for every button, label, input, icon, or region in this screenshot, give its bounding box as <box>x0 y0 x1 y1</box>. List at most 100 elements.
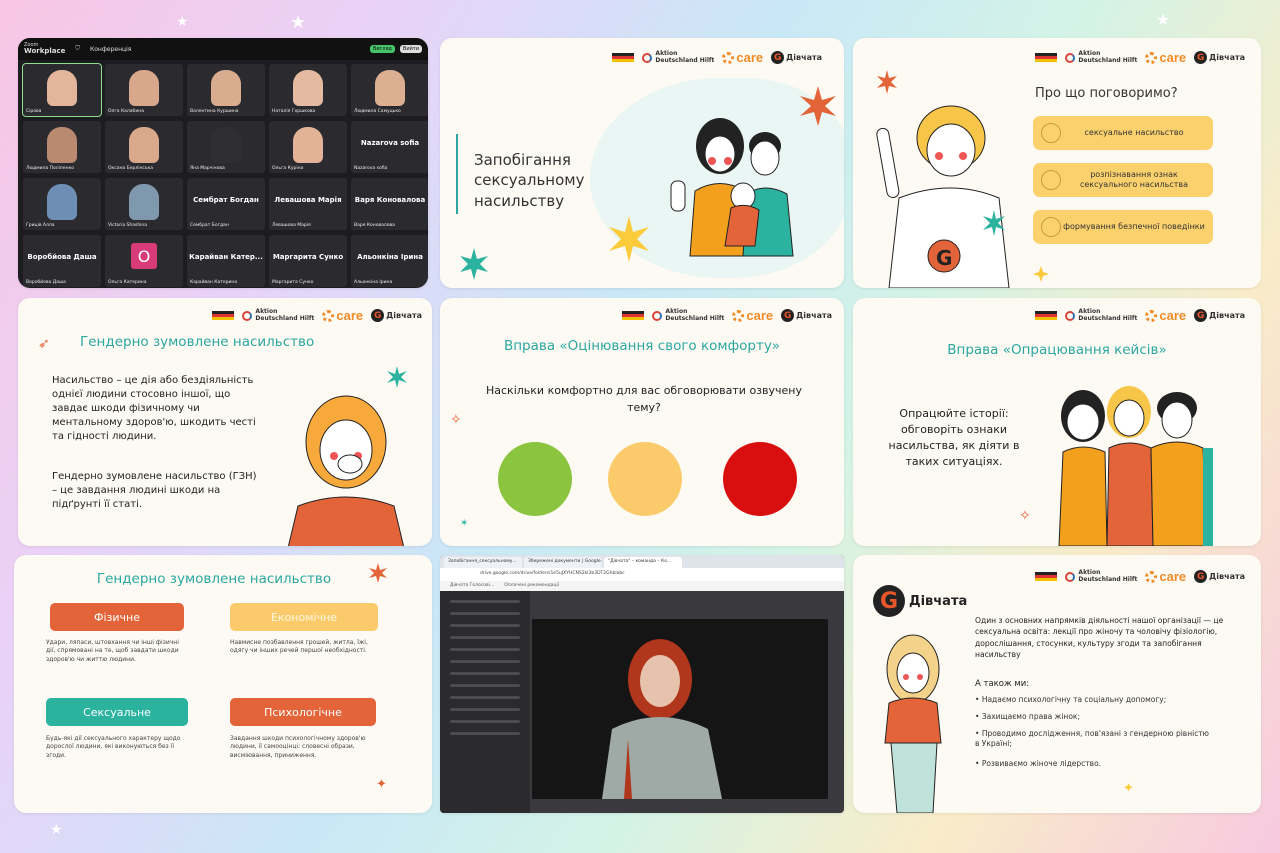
care-logo: care <box>732 308 773 323</box>
zoom-brand-line2: Workplace <box>24 47 66 55</box>
aktion-logo: Aktion Deutschland Hilft <box>1065 309 1137 322</box>
star-icon: ★ <box>176 14 189 30</box>
participant-name: Левашова Марія <box>272 223 311 228</box>
star-icon <box>877 70 897 94</box>
divchata-logo: G Дівчата <box>1194 570 1245 583</box>
participant-tile[interactable]: Олга Калабина <box>105 64 183 116</box>
participant-tile[interactable]: Карайван Катер... Карайван Катерина <box>187 235 265 287</box>
participant-tile[interactable]: Ольга Куріна <box>269 121 347 173</box>
participant-name: Маргарита Сунко <box>272 280 314 285</box>
participant-tile[interactable]: Сембрат Богдан Сембрат Богдан <box>187 178 265 230</box>
friends-illustration <box>1058 386 1213 546</box>
star-icon <box>369 563 387 583</box>
participant-tile[interactable]: O Ольга Катерина <box>105 235 183 287</box>
shield-icon: ⛉ <box>75 45 80 52</box>
slide-heading: Гендерно зумовлене насильство <box>96 571 332 587</box>
divchata-logo: G Дівчата <box>1194 309 1245 322</box>
participant-video <box>375 70 405 106</box>
participant-tile[interactable]: Левашова Марія Левашова Марія <box>269 178 347 230</box>
participant-video <box>47 184 77 220</box>
participant-tile[interactable]: Гриців Алла <box>23 178 101 230</box>
participant-name: Воробйова Даша <box>26 280 66 285</box>
participant-video <box>211 127 241 163</box>
participant-tile[interactable]: Людмила Самуцько <box>351 64 428 116</box>
bookmark-link[interactable]: Дівчата Голосові... <box>450 583 494 589</box>
partner-logos: Aktion Deutschland Hilft care G Дівчата <box>1035 50 1245 65</box>
participant-video <box>47 70 77 106</box>
participant-video <box>129 70 159 106</box>
participant-tile[interactable]: Людмила Поліпенко <box>23 121 101 173</box>
aktion-logo: Aktion Deutschland Hilft <box>652 309 724 322</box>
type-description: Навмисне позбавлення грошей, житла, їжі,… <box>230 639 368 655</box>
participant-name: Гриців Алла <box>26 223 55 228</box>
star-icon: ★ <box>50 822 63 838</box>
partner-logos: Aktion Deutschland Hilft care G Дівчата <box>1035 308 1245 323</box>
type-economic-label: Економічне <box>230 603 378 631</box>
slide-cases-exercise: Aktion Deutschland Hilft care G Дівчата Вп… <box>853 298 1261 546</box>
participant-tile[interactable]: Валентина Куршина <box>187 64 265 116</box>
participant-tile[interactable]: Victoria Shashina <box>105 178 183 230</box>
type-description: Завдання шкоди психологічному здоров'ю л… <box>230 735 366 759</box>
participant-tile[interactable]: Оксана Берлінська <box>105 121 183 173</box>
star-icon <box>983 210 1005 236</box>
participant-video <box>129 127 159 163</box>
participant-tile[interactable]: Сірова <box>22 63 102 117</box>
germany-flag-icon <box>612 52 635 63</box>
zoom-toolbar: Zoom Workplace ⛉ Конференція Вигляд Вийт… <box>18 38 428 60</box>
participant-tile[interactable]: Варя Коновалова Варя Коновалова <box>351 178 428 230</box>
slide-title: Aktion Deutschland Hilft care G Дівчата За… <box>440 38 844 288</box>
participant-video <box>129 184 159 220</box>
germany-flag-icon <box>1035 310 1058 321</box>
type-description: Будь-які дії сексуального характеру щодо… <box>46 735 181 759</box>
woman-illustration <box>287 395 405 546</box>
type-physical-label: Фізичне <box>50 603 184 631</box>
comfort-green-circle[interactable] <box>498 442 572 516</box>
browser-tab[interactable]: Запобігання_сексуальному... <box>444 557 522 568</box>
star-icon <box>387 366 407 388</box>
slide-gbv-definition: Aktion Deutschland Hilft care G Дівчата ➶ … <box>18 298 432 546</box>
brand-name: Дівчата <box>909 593 968 609</box>
participant-tile[interactable]: Наталія Горшкова <box>269 64 347 116</box>
care-logo: care <box>322 308 363 323</box>
participant-display-name: Альонкіна Ірина <box>357 253 423 261</box>
star-icon: ★ <box>1156 10 1171 29</box>
title-divider <box>456 134 458 214</box>
sparkle-icon: ✧ <box>450 412 462 428</box>
germany-flag-icon <box>1035 571 1058 582</box>
slide-topics: Aktion Deutschland Hilft care G Дівчата Пр… <box>853 38 1261 288</box>
topic-icon <box>1041 123 1061 143</box>
comfort-red-circle[interactable] <box>723 442 797 516</box>
topics-heading: Про що поговоримо? <box>1035 86 1178 101</box>
star-icon <box>800 86 836 126</box>
divchata-logo: G Дівчата <box>781 309 832 322</box>
participant-tile[interactable]: Альонкіна Ірина Альонкіна Ірина <box>351 235 428 287</box>
activity-bullet: • Захищаємо права жінок; <box>975 712 1080 721</box>
participant-name: Олга Калабина <box>108 109 144 114</box>
participant-name: Людмила Поліпенко <box>26 166 75 171</box>
view-button[interactable]: Вигляд <box>369 45 395 53</box>
divchata-logo: G Дівчата <box>371 309 422 322</box>
video-player[interactable] <box>532 619 828 799</box>
participant-tile[interactable]: Яна Марчінова <box>187 121 265 173</box>
participant-name: Яна Марчінова <box>190 166 225 171</box>
topic-item: розпізнавання ознак сексуального насильс… <box>1033 163 1213 197</box>
participant-tile[interactable]: Nazarova sofia Nazarova sofia <box>351 121 428 173</box>
participant-tile[interactable]: Воробйова Даша Воробйова Даша <box>23 235 101 287</box>
participant-name: Валентина Куршина <box>190 109 239 114</box>
participant-display-name: Nazarova sofia <box>360 139 420 147</box>
star-icon <box>1033 266 1049 282</box>
browser-tab[interactable]: "Дівчата" – команда – Ко... <box>604 557 682 568</box>
bookmark-link[interactable]: Оплачені рекомендації <box>504 583 559 589</box>
sparkle-icon: ✶ <box>460 518 469 529</box>
participant-tile[interactable]: Маргарита Сунко Маргарита Сунко <box>269 235 347 287</box>
participant-display-name: Левашова Марія <box>274 196 342 204</box>
also-heading: А також ми: <box>975 679 1030 689</box>
meeting-label: Конференція <box>89 45 132 53</box>
address-bar[interactable]: drive.google.com/drive/folders/1e5uJXYHC… <box>440 568 844 581</box>
browser-tab[interactable]: Збережені документи | Google... <box>524 557 602 568</box>
aktion-logo: Aktion Deutschland Hilft <box>642 51 714 64</box>
activity-bullet: • Проводимо дослідження, пов'язані з ген… <box>975 729 1209 749</box>
comfort-yellow-circle[interactable] <box>608 442 682 516</box>
participant-name: Оксана Берлінська <box>108 166 154 171</box>
leave-button[interactable]: Вийти <box>399 45 422 53</box>
